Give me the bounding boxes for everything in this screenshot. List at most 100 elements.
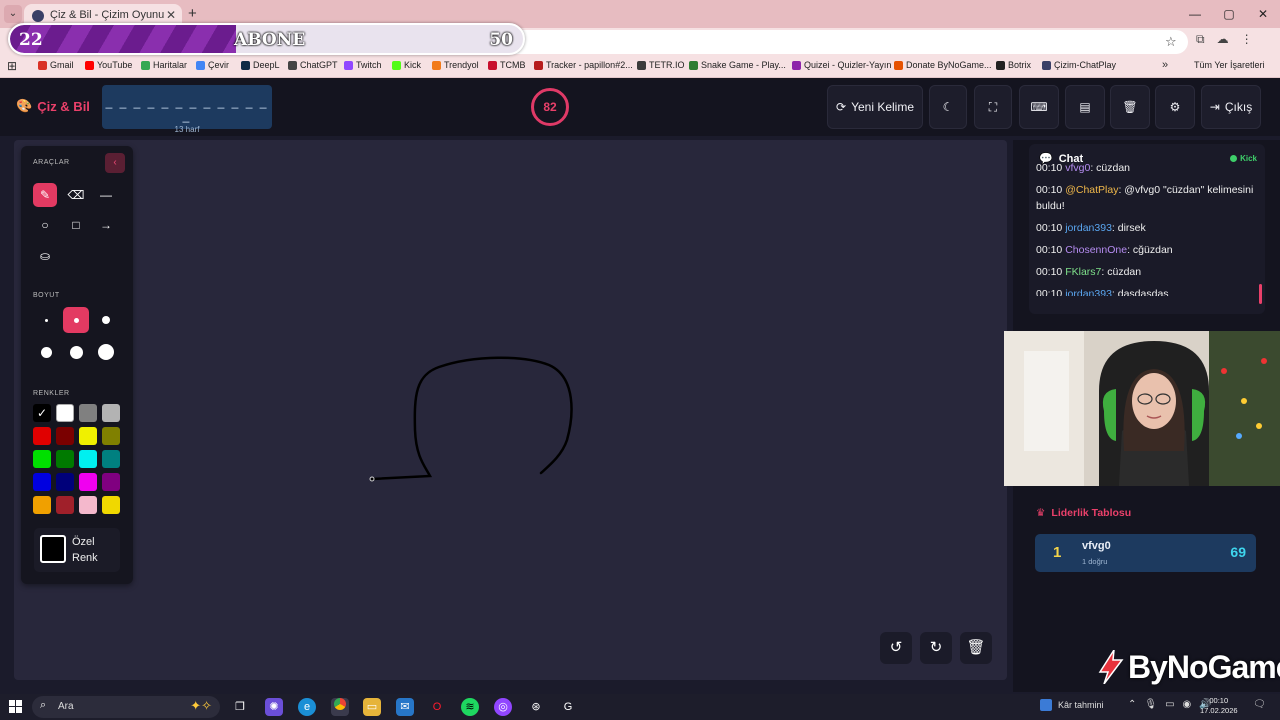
custom-color-button[interactable]: Özel Renk <box>34 528 120 572</box>
apps-grid-icon[interactable]: ⊞ <box>7 59 17 73</box>
task-view-icon[interactable]: ❐ <box>231 698 249 716</box>
color-swatch[interactable] <box>33 473 51 491</box>
spotify-icon[interactable]: ≋ <box>461 698 479 716</box>
taskbar-search[interactable]: ⌕ Ara ✦✧ <box>32 696 220 718</box>
bookmark-item[interactable]: Snake Game - Play... <box>689 60 786 70</box>
fill-tool[interactable]: ⛀ <box>33 244 57 268</box>
color-swatch[interactable]: ✓ <box>33 404 51 422</box>
brush-tool[interactable]: ✎ <box>33 183 57 207</box>
color-swatch[interactable] <box>102 404 120 422</box>
color-swatch[interactable] <box>33 427 51 445</box>
color-swatch[interactable] <box>56 450 74 468</box>
tab-close-icon[interactable]: ✕ <box>166 8 176 22</box>
browser-menu-icon[interactable]: ⋮ <box>1241 32 1253 47</box>
copilot-icon[interactable]: ✺ <box>265 698 283 716</box>
color-swatch[interactable] <box>79 473 97 491</box>
size-option-6[interactable] <box>93 339 119 365</box>
microphone-icon[interactable]: 🎙 <box>1144 699 1157 710</box>
size-option-1[interactable] <box>33 307 59 333</box>
eraser-tool[interactable]: ⌫ <box>64 183 88 207</box>
color-swatch[interactable] <box>79 427 97 445</box>
tab-search-button[interactable]: ⌄ <box>4 5 22 23</box>
notifications-icon[interactable]: 🗨 <box>1253 699 1266 710</box>
extensions-icon[interactable]: ⧉ <box>1196 32 1205 47</box>
bookmark-item[interactable]: TETR.IO <box>637 60 685 70</box>
bookmark-star-icon[interactable]: ☆ <box>1165 34 1177 50</box>
chat-username[interactable]: ChosennOne <box>1065 244 1127 256</box>
start-button[interactable] <box>9 700 23 714</box>
all-bookmarks-link[interactable]: Tüm Yer İşaretleri <box>1194 60 1265 70</box>
logitech-icon[interactable]: G <box>559 698 577 716</box>
color-swatch[interactable] <box>56 473 74 491</box>
bookmark-item[interactable]: Gmail <box>38 60 74 70</box>
mail-icon[interactable]: ✉ <box>396 698 414 716</box>
keyboard-button[interactable]: ⌨ <box>1019 85 1059 129</box>
archive-button[interactable]: ▤ <box>1065 85 1105 129</box>
weather-widget[interactable]: Kâr tahmini <box>1040 699 1104 711</box>
color-swatch[interactable] <box>102 427 120 445</box>
chat-username[interactable]: FKlars7 <box>1065 266 1101 278</box>
redo-button[interactable]: ↻ <box>920 632 952 664</box>
minimize-button[interactable]: — <box>1178 0 1212 28</box>
opera-icon[interactable]: O <box>428 698 446 716</box>
bookmark-item[interactable]: Kick <box>392 60 421 70</box>
color-swatch[interactable] <box>56 427 74 445</box>
chat-username[interactable]: jordan393 <box>1065 222 1112 234</box>
color-swatch[interactable] <box>79 496 97 514</box>
bookmarks-overflow-button[interactable]: » <box>1162 59 1168 71</box>
circle-tool[interactable]: ○ <box>33 213 57 237</box>
line-tool[interactable]: — <box>94 183 118 207</box>
exit-button[interactable]: ⇥ Çıkış <box>1201 85 1261 129</box>
collapse-panel-button[interactable]: ‹ <box>105 153 125 173</box>
color-swatch[interactable] <box>102 450 120 468</box>
bookmark-item[interactable]: ChatGPT <box>288 60 338 70</box>
bookmark-item[interactable]: Twitch <box>344 60 382 70</box>
battery-icon[interactable]: ▭ <box>1165 699 1174 710</box>
bookmark-item[interactable]: Haritalar <box>141 60 187 70</box>
color-swatch[interactable] <box>79 404 97 422</box>
bookmark-item[interactable]: Tracker - papillon#2... <box>534 60 633 70</box>
settings-button[interactable]: ⚙ <box>1155 85 1195 129</box>
undo-button[interactable]: ↺ <box>880 632 912 664</box>
bookmark-item[interactable]: TCMB <box>488 60 526 70</box>
color-swatch[interactable] <box>33 496 51 514</box>
steelseries-icon[interactable]: ⊛ <box>527 698 545 716</box>
bookmark-item[interactable]: Çizim-ChatPlay <box>1042 60 1116 70</box>
color-swatch[interactable] <box>79 450 97 468</box>
chat-username[interactable]: jordan393 <box>1065 288 1112 296</box>
chevron-up-icon[interactable]: ⌃ <box>1128 699 1136 710</box>
bookmark-item[interactable]: Trendyol <box>432 60 479 70</box>
clear-button[interactable]: 🗑 <box>1110 85 1150 129</box>
maximize-button[interactable]: ▢ <box>1212 0 1246 28</box>
size-option-2[interactable] <box>63 307 89 333</box>
taskbar-clock[interactable]: 00:10 17.02.2026 <box>1200 696 1238 716</box>
chat-username[interactable]: vfvg0 <box>1065 162 1090 174</box>
color-swatch[interactable] <box>102 473 120 491</box>
chrome-icon[interactable] <box>331 698 349 716</box>
bookmark-item[interactable]: DeepL <box>241 60 280 70</box>
bookmark-item[interactable]: Quizei - Quizler-Yayın <box>792 60 891 70</box>
new-tab-button[interactable]: + <box>188 5 197 22</box>
obs-icon[interactable]: ◎ <box>494 698 512 716</box>
rectangle-tool[interactable]: □ <box>64 213 88 237</box>
dark-mode-button[interactable]: ☾ <box>929 85 967 129</box>
bookmark-item[interactable]: Donate ByNoGame... <box>894 60 992 70</box>
chat-username[interactable]: @ChatPlay <box>1065 184 1118 196</box>
profile-icon[interactable]: ☁ <box>1217 32 1229 47</box>
close-window-button[interactable]: ✕ <box>1246 0 1280 28</box>
color-swatch[interactable] <box>102 496 120 514</box>
size-option-3[interactable] <box>93 307 119 333</box>
clear-canvas-button[interactable]: 🗑 <box>960 632 992 664</box>
bookmark-item[interactable]: Botrix <box>996 60 1031 70</box>
color-swatch[interactable] <box>56 496 74 514</box>
size-option-4[interactable] <box>33 339 59 365</box>
edge-icon[interactable]: e <box>298 698 316 716</box>
color-swatch[interactable] <box>56 404 74 422</box>
chat-log[interactable]: 00:10 vfvg0: cüzdan 00:10 @ChatPlay: @vfv… <box>1036 160 1256 296</box>
bookmark-item[interactable]: Çevir <box>196 60 229 70</box>
arrow-tool[interactable]: → <box>94 213 118 237</box>
fullscreen-button[interactable]: ⛶ <box>974 85 1012 129</box>
chat-scrollbar[interactable] <box>1259 284 1262 304</box>
new-word-button[interactable]: ⟳ Yeni Kelime <box>827 85 923 129</box>
color-swatch[interactable] <box>33 450 51 468</box>
